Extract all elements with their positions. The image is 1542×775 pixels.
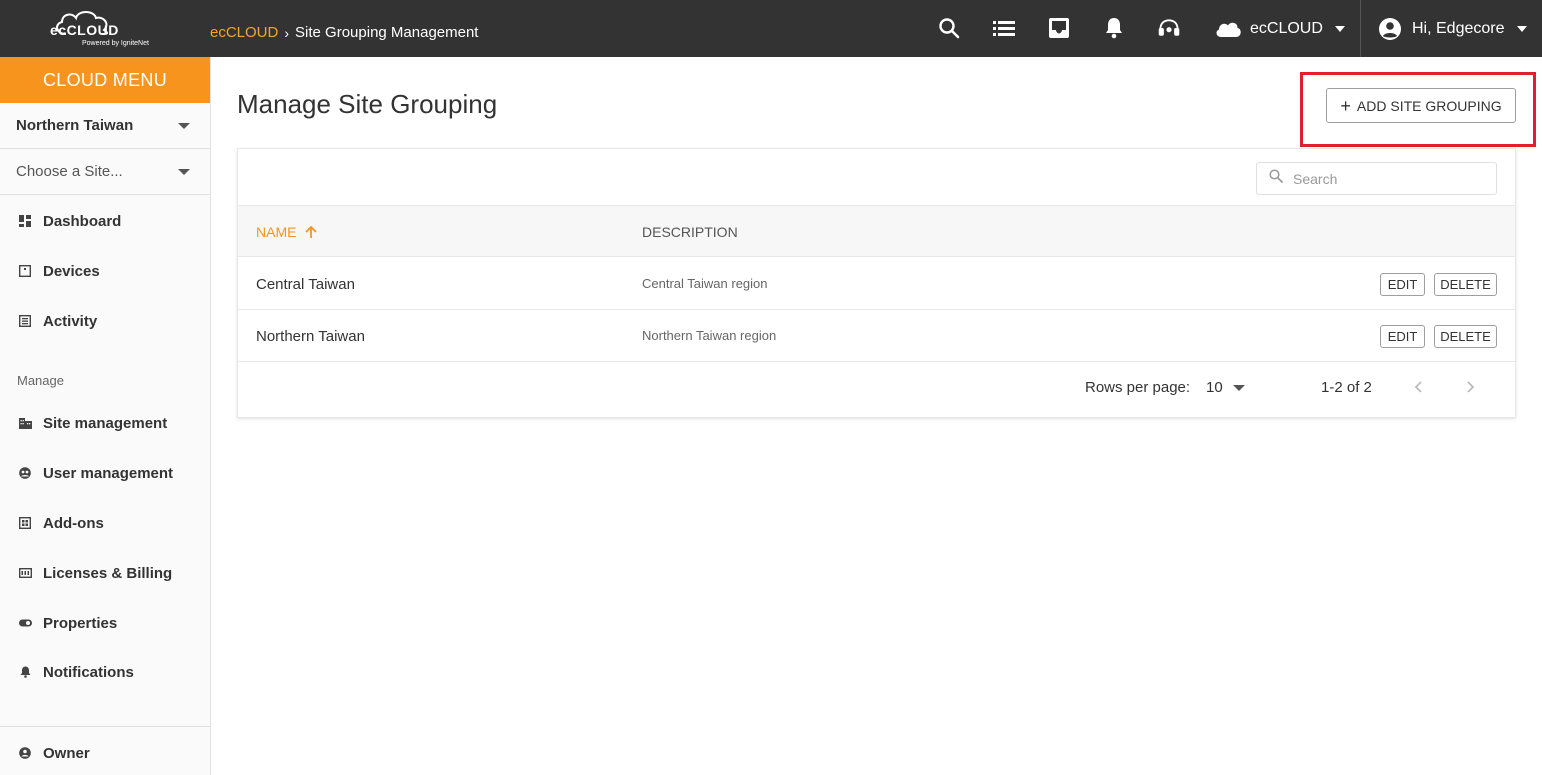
chevron-down-icon bbox=[1232, 384, 1245, 391]
sidebar-item-label: Properties bbox=[43, 614, 118, 632]
site-group-select[interactable]: Northern Taiwan bbox=[0, 103, 210, 149]
breadcrumb: ecCLOUD › Site Grouping Management bbox=[210, 24, 478, 41]
user-menu[interactable]: Hi, Edgecore bbox=[1378, 16, 1527, 42]
chevron-down-icon bbox=[1516, 26, 1527, 32]
table-pagination: Rows per page: 10 1-2 of 2 bbox=[238, 367, 1515, 407]
owner-icon bbox=[18, 746, 32, 760]
properties-icon bbox=[18, 616, 32, 630]
row-description: Central Taiwan region bbox=[642, 276, 768, 291]
user-management-icon bbox=[18, 466, 32, 480]
plus-icon: + bbox=[1340, 95, 1351, 116]
site-select[interactable]: Choose a Site... bbox=[0, 149, 210, 195]
delete-button[interactable]: DELETE bbox=[1434, 325, 1497, 348]
search-icon[interactable] bbox=[937, 16, 961, 40]
sidebar-item-user-management[interactable]: User management bbox=[0, 455, 210, 491]
chevron-down-icon bbox=[1334, 26, 1345, 32]
rows-per-page-value: 10 bbox=[1206, 379, 1223, 396]
cloud-account-select[interactable]: ecCLOUD bbox=[1214, 16, 1345, 42]
edit-button[interactable]: EDIT bbox=[1380, 325, 1425, 348]
dashboard-icon bbox=[18, 214, 32, 228]
search-icon bbox=[1269, 169, 1283, 188]
breadcrumb-current: Site Grouping Management bbox=[295, 24, 479, 41]
sidebar: CLOUD MENU Northern Taiwan Choose a Site… bbox=[0, 57, 211, 775]
manage-section-heading: Manage bbox=[17, 373, 64, 388]
devices-icon bbox=[18, 264, 32, 278]
chevron-down-icon bbox=[178, 122, 190, 129]
column-header-description: DESCRIPTION bbox=[642, 224, 738, 240]
account-circle-icon bbox=[1379, 18, 1401, 40]
chevron-down-icon bbox=[178, 168, 190, 175]
sidebar-item-label: Devices bbox=[43, 262, 100, 280]
sidebar-item-label: Owner bbox=[43, 744, 90, 762]
table-row: Central Taiwan Central Taiwan region EDI… bbox=[238, 258, 1515, 310]
sidebar-item-label: Dashboard bbox=[43, 212, 122, 230]
sidebar-item-licenses-billing[interactable]: Licenses & Billing bbox=[0, 555, 210, 591]
sidebar-item-label: User management bbox=[43, 464, 174, 482]
next-page-button[interactable] bbox=[1460, 377, 1480, 397]
sidebar-item-label: Licenses & Billing bbox=[43, 564, 173, 582]
rows-per-page-label: Rows per page: bbox=[1085, 379, 1191, 396]
support-icon[interactable] bbox=[1157, 16, 1181, 40]
list-icon[interactable] bbox=[992, 16, 1016, 40]
site-grouping-table-card: NAME DESCRIPTION Central Taiwan Central … bbox=[237, 148, 1516, 418]
row-name: Central Taiwan bbox=[256, 276, 355, 293]
chevron-right-icon bbox=[1467, 381, 1475, 393]
chevron-left-icon bbox=[1414, 381, 1422, 393]
sidebar-divider bbox=[0, 726, 210, 727]
edit-button[interactable]: EDIT bbox=[1380, 273, 1425, 296]
column-header-name[interactable]: NAME bbox=[256, 224, 318, 240]
breadcrumb-root-link[interactable]: ecCLOUD bbox=[210, 24, 278, 41]
delete-button[interactable]: DELETE bbox=[1434, 273, 1497, 296]
sidebar-item-add-ons[interactable]: Add-ons bbox=[0, 505, 210, 541]
sidebar-item-site-management[interactable]: Site management bbox=[0, 405, 210, 441]
top-bar: ecCLOUD Powered by IgniteNet ecCLOUD › S… bbox=[0, 0, 1542, 57]
logo-text: ecCLOUD bbox=[50, 22, 119, 38]
site-icon bbox=[18, 416, 32, 430]
licenses-icon bbox=[18, 566, 32, 580]
column-header-name-label: NAME bbox=[256, 224, 297, 240]
sidebar-item-devices[interactable]: Devices bbox=[0, 253, 210, 289]
cloud-account-label: ecCLOUD bbox=[1250, 20, 1323, 37]
search-input[interactable] bbox=[1293, 170, 1483, 187]
sidebar-item-label: Notifications bbox=[43, 663, 134, 681]
sidebar-item-properties[interactable]: Properties bbox=[0, 605, 210, 641]
activity-icon bbox=[18, 314, 32, 328]
sidebar-item-owner[interactable]: Owner bbox=[0, 735, 210, 771]
sidebar-item-notifications[interactable]: Notifications bbox=[0, 654, 210, 690]
search-field[interactable] bbox=[1256, 162, 1497, 195]
add-site-grouping-button[interactable]: + ADD SITE GROUPING bbox=[1326, 88, 1516, 123]
sidebar-item-dashboard[interactable]: Dashboard bbox=[0, 203, 210, 239]
add-site-grouping-label: ADD SITE GROUPING bbox=[1356, 97, 1502, 114]
sidebar-item-label: Site management bbox=[43, 414, 168, 432]
notifications-icon bbox=[18, 665, 32, 679]
sort-ascending-icon bbox=[305, 225, 318, 238]
rows-per-page-select[interactable]: 10 bbox=[1206, 379, 1245, 396]
cloud-icon bbox=[1216, 22, 1241, 37]
pagination-range: 1-2 of 2 bbox=[1321, 379, 1372, 396]
row-name: Northern Taiwan bbox=[256, 328, 365, 345]
logo-subtitle: Powered by IgniteNet bbox=[82, 40, 149, 47]
sidebar-item-label: Add-ons bbox=[43, 514, 104, 532]
table-row: Northern Taiwan Northern Taiwan region E… bbox=[238, 310, 1515, 362]
page-title: Manage Site Grouping bbox=[237, 89, 498, 119]
sidebar-item-label: Activity bbox=[43, 312, 98, 330]
row-description: Northern Taiwan region bbox=[642, 328, 777, 343]
topbar-divider bbox=[1360, 0, 1361, 57]
site-select-value: Choose a Site... bbox=[16, 163, 123, 180]
add-ons-icon bbox=[18, 516, 32, 530]
bell-icon[interactable] bbox=[1102, 16, 1126, 40]
user-greeting: Hi, Edgecore bbox=[1412, 20, 1505, 37]
breadcrumb-separator: › bbox=[284, 24, 290, 41]
table-header: NAME DESCRIPTION bbox=[238, 205, 1515, 257]
inbox-icon[interactable] bbox=[1047, 16, 1071, 40]
cloud-menu-header: CLOUD MENU bbox=[0, 57, 210, 103]
ec-cloud-logo[interactable]: ecCLOUD Powered by IgniteNet bbox=[48, 8, 160, 50]
site-group-select-value: Northern Taiwan bbox=[16, 117, 134, 134]
previous-page-button[interactable] bbox=[1409, 377, 1429, 397]
sidebar-item-activity[interactable]: Activity bbox=[0, 303, 210, 339]
